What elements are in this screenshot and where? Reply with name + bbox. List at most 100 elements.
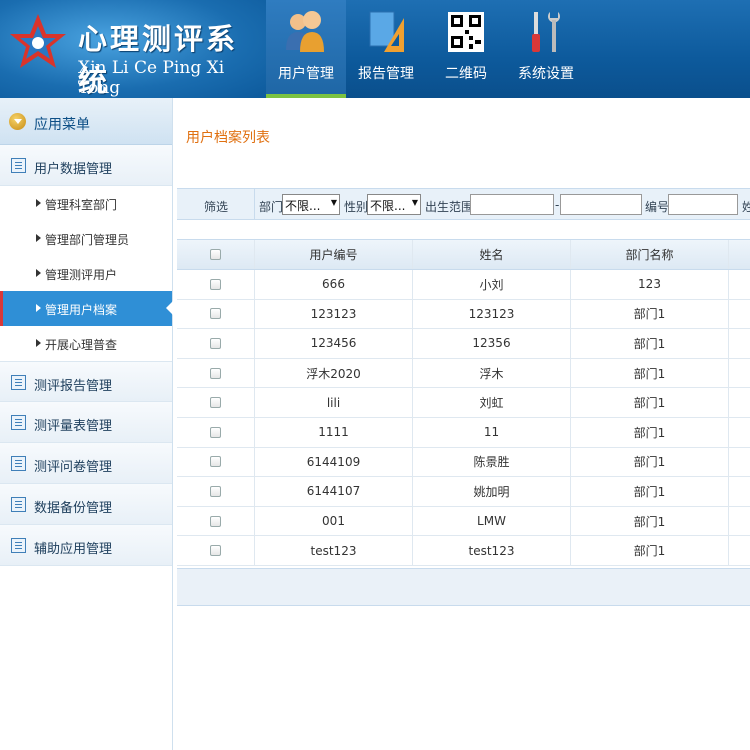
table-header-row: 用户编号 姓名 部门名称: [177, 239, 750, 270]
comment-icon: [11, 538, 26, 553]
table-row[interactable]: 123123 123123 部门1: [177, 299, 750, 330]
sidebar-item-label: 管理科室部门: [45, 198, 118, 212]
table-cell-overflow: [729, 536, 750, 565]
name-label-cut: 姓: [742, 200, 750, 214]
row-checkbox[interactable]: [210, 337, 221, 349]
sidebar-item-user-archives[interactable]: 管理用户档案: [0, 291, 173, 326]
table-cell: 部门1: [571, 358, 729, 388]
filter-bar: 筛选 部门 不限... 性别 不限... 出生范围 - 编号 姓: [177, 188, 750, 220]
page-title: 用户档案列表: [186, 130, 270, 146]
table-cell: 部门1: [571, 506, 729, 536]
id-label: 编号: [645, 200, 670, 214]
sidebar-item-dept-admins[interactable]: 管理部门管理员: [0, 221, 172, 256]
sidebar-item-departments[interactable]: 管理科室部门: [0, 186, 172, 221]
select-all-checkbox[interactable]: [210, 249, 221, 260]
gender-select[interactable]: 不限...: [367, 194, 421, 215]
logo-star-icon: [10, 14, 66, 68]
gender-select-value: 不限...: [370, 199, 406, 213]
table-row[interactable]: test123 test123 部门1: [177, 536, 750, 566]
dept-select[interactable]: 不限...: [282, 194, 340, 215]
header-cell[interactable]: 用户编号: [255, 240, 413, 269]
row-select-cell: [177, 329, 255, 358]
row-select-cell: [177, 506, 255, 536]
row-checkbox[interactable]: [210, 367, 221, 379]
table-row[interactable]: 1111 11 部门1: [177, 417, 750, 448]
table-row[interactable]: 6144109 陈景胜 部门1: [177, 447, 750, 478]
caret-right-icon: [36, 304, 41, 312]
table-body: 666 小刘 123 123123 123123 部门1 123456 12356 部门1 浮木2…: [177, 270, 750, 566]
nav-qrcode[interactable]: 二维码: [426, 0, 506, 98]
birth-start-input[interactable]: [470, 194, 554, 215]
sidebar-item-survey[interactable]: 开展心理普查: [0, 326, 172, 361]
row-select-cell: [177, 299, 255, 329]
table-row[interactable]: 123456 12356 部门1: [177, 329, 750, 359]
row-checkbox[interactable]: [210, 308, 221, 320]
report-icon: [369, 11, 404, 52]
dept-select-value: 不限...: [285, 199, 321, 213]
list-icon: [11, 158, 26, 173]
birth-end-input[interactable]: [560, 194, 642, 215]
row-checkbox[interactable]: [210, 278, 221, 290]
edit-icon: [11, 497, 26, 512]
table-cell: 6144109: [255, 447, 413, 477]
sidebar-group-backup[interactable]: 数据备份管理: [0, 484, 172, 525]
table-cell: test123: [255, 536, 413, 565]
nav-label: 二维码: [445, 66, 487, 82]
nav-label: 报告管理: [358, 66, 414, 82]
sidebar-group-questionnaires[interactable]: 测评问卷管理: [0, 443, 172, 484]
nav-system-settings[interactable]: 系统设置: [506, 0, 586, 98]
qrcode-icon: [448, 12, 484, 52]
table-row[interactable]: 001 LMW 部门1: [177, 506, 750, 537]
sidebar: 应用菜单 用户数据管理 管理科室部门 管理部门管理员 管理测评用户 管理用户档案…: [0, 98, 173, 750]
nav-report-management[interactable]: 报告管理: [346, 0, 426, 98]
sidebar-group-label: 测评报告管理: [34, 379, 113, 394]
table-row[interactable]: 666 小刘 123: [177, 270, 750, 300]
row-select-cell: [177, 417, 255, 447]
sidebar-header: 应用菜单: [0, 98, 172, 145]
row-checkbox[interactable]: [210, 515, 221, 527]
sidebar-item-test-users[interactable]: 管理测评用户: [0, 256, 172, 291]
row-checkbox[interactable]: [210, 456, 221, 468]
sidebar-group-auxiliary[interactable]: 辅助应用管理: [0, 525, 172, 566]
table-cell: 部门1: [571, 299, 729, 329]
table-cell: 部门1: [571, 388, 729, 417]
id-input[interactable]: [668, 194, 738, 215]
sidebar-item-label: 管理测评用户: [45, 268, 118, 282]
table-cell: 刘虹: [413, 388, 571, 417]
header-cell[interactable]: 部门名称: [571, 240, 729, 269]
row-checkbox[interactable]: [210, 426, 221, 438]
tools-icon: [532, 12, 560, 52]
list-icon: [11, 415, 26, 430]
nav-label: 系统设置: [518, 66, 574, 82]
nav-label: 用户管理: [278, 66, 334, 82]
table-row[interactable]: 浮木2020 浮木 部门1: [177, 358, 750, 389]
table-cell-overflow: [729, 477, 750, 506]
sidebar-header-label: 应用菜单: [34, 117, 90, 133]
caret-right-icon: [36, 199, 41, 207]
table-row[interactable]: lili 刘虹 部门1: [177, 388, 750, 418]
sidebar-group-label: 数据备份管理: [34, 501, 113, 516]
nav-user-management[interactable]: 用户管理: [266, 0, 346, 98]
header-cell[interactable]: 姓名: [413, 240, 571, 269]
sidebar-group-reports[interactable]: 测评报告管理: [0, 361, 172, 402]
table-cell-overflow: [729, 448, 750, 477]
range-dash: -: [555, 198, 560, 212]
row-checkbox[interactable]: [210, 545, 221, 557]
table-cell: lili: [255, 388, 413, 417]
table-cell: 6144107: [255, 477, 413, 506]
menu-toggle-icon[interactable]: [9, 113, 26, 130]
table-row[interactable]: 6144107 姚加明 部门1: [177, 477, 750, 507]
table-cell-overflow: [729, 359, 750, 388]
row-checkbox[interactable]: [210, 485, 221, 497]
table-cell-overflow: [729, 418, 750, 447]
row-checkbox[interactable]: [210, 397, 221, 409]
table-cell: 1111: [255, 417, 413, 447]
table-cell: 浮木2020: [255, 358, 413, 388]
table-cell: 11: [413, 417, 571, 447]
sidebar-group-user-data[interactable]: 用户数据管理: [0, 145, 172, 186]
sidebar-group-scales[interactable]: 测评量表管理: [0, 402, 172, 443]
table-cell-overflow: [729, 507, 750, 536]
table-cell: LMW: [413, 506, 571, 536]
header-cell-select: [177, 240, 255, 269]
caret-right-icon: [36, 269, 41, 277]
